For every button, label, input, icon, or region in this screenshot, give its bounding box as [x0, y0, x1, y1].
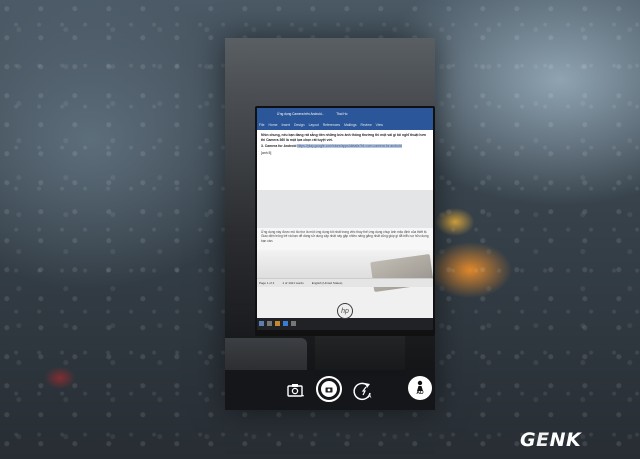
word-tab-layout: Layout — [308, 123, 319, 127]
word-title-user: Thai Ho — [336, 112, 348, 116]
word-tab-references: References — [322, 123, 341, 127]
switch-camera-icon: A — [353, 382, 372, 401]
monitor-screen: Ứng dụng Camera trên Android... Thai Ho … — [257, 108, 433, 330]
status-words: 1 of 1421 words — [282, 281, 304, 285]
status-language: English (United States) — [311, 281, 343, 285]
word-tab-mailings: Mailings — [344, 123, 357, 127]
camera-icon — [287, 384, 304, 397]
taskbar-folder-icon — [275, 321, 280, 326]
genk-logo-e: E — [536, 429, 550, 451]
word-tab-view: View — [375, 123, 383, 127]
lens-button[interactable]: AD — [408, 376, 432, 400]
start-icon — [259, 321, 264, 326]
phone-camera-app: Ứng dụng Camera trên Android... Thai Ho … — [225, 38, 435, 410]
taskbar-word-icon — [283, 321, 288, 326]
document-paragraph-2: Ứng dụng này được mô tả như là một ứng d… — [257, 228, 433, 250]
taskbar-app-icon — [267, 321, 272, 326]
desk-box — [225, 338, 307, 370]
switch-camera-button[interactable]: A — [352, 380, 374, 402]
shutter-icon — [321, 381, 337, 397]
camera-controls: A AD — [225, 370, 435, 410]
taskbar-app-icon — [291, 321, 296, 326]
photo-mode-button[interactable] — [287, 382, 305, 398]
word-tab-insert: Insert — [281, 123, 290, 127]
svg-text:A: A — [368, 394, 372, 400]
word-ribbon-tabs: File Home Insert Design Layout Reference… — [257, 120, 433, 130]
word-title-text: Ứng dụng Camera trên Android... — [277, 112, 325, 116]
word-tab-file: File — [259, 123, 265, 127]
windows-taskbar — [257, 318, 433, 330]
document-link: https://play.google.com/store/apps/detai… — [297, 144, 402, 149]
word-tab-design: Design — [294, 123, 305, 127]
lens-label: AD — [416, 390, 424, 396]
document-heading: 3. Camera for Android — [261, 144, 297, 149]
word-status-bar: Page 1 of 4 1 of 1421 words English (Uni… — [257, 278, 433, 287]
camera-viewfinder[interactable]: Ứng dụng Camera trên Android... Thai Ho … — [225, 38, 435, 376]
word-tab-review: Review — [360, 123, 372, 127]
document-paragraph-1: Nhìn chung, nếu bạn đang rất sẵng tiền n… — [261, 133, 426, 142]
document-page-top: Nhìn chung, nếu bạn đang rất sẵng tiền n… — [257, 130, 433, 190]
genk-logo-g: G — [520, 429, 537, 451]
page-gap — [257, 190, 433, 228]
status-page: Page 1 of 4 — [259, 281, 275, 285]
word-title-bar: Ứng dụng Camera trên Android... Thai Ho — [257, 108, 433, 120]
shutter-button[interactable] — [316, 376, 342, 402]
genk-logo-n: N — [549, 429, 566, 451]
genk-logo-k: K — [566, 429, 582, 451]
word-tab-home: Home — [268, 123, 278, 127]
hp-logo-icon: hp — [337, 303, 353, 319]
document-image-note: [anh 5] — [261, 150, 272, 155]
genk-logo: GENK — [520, 428, 625, 452]
